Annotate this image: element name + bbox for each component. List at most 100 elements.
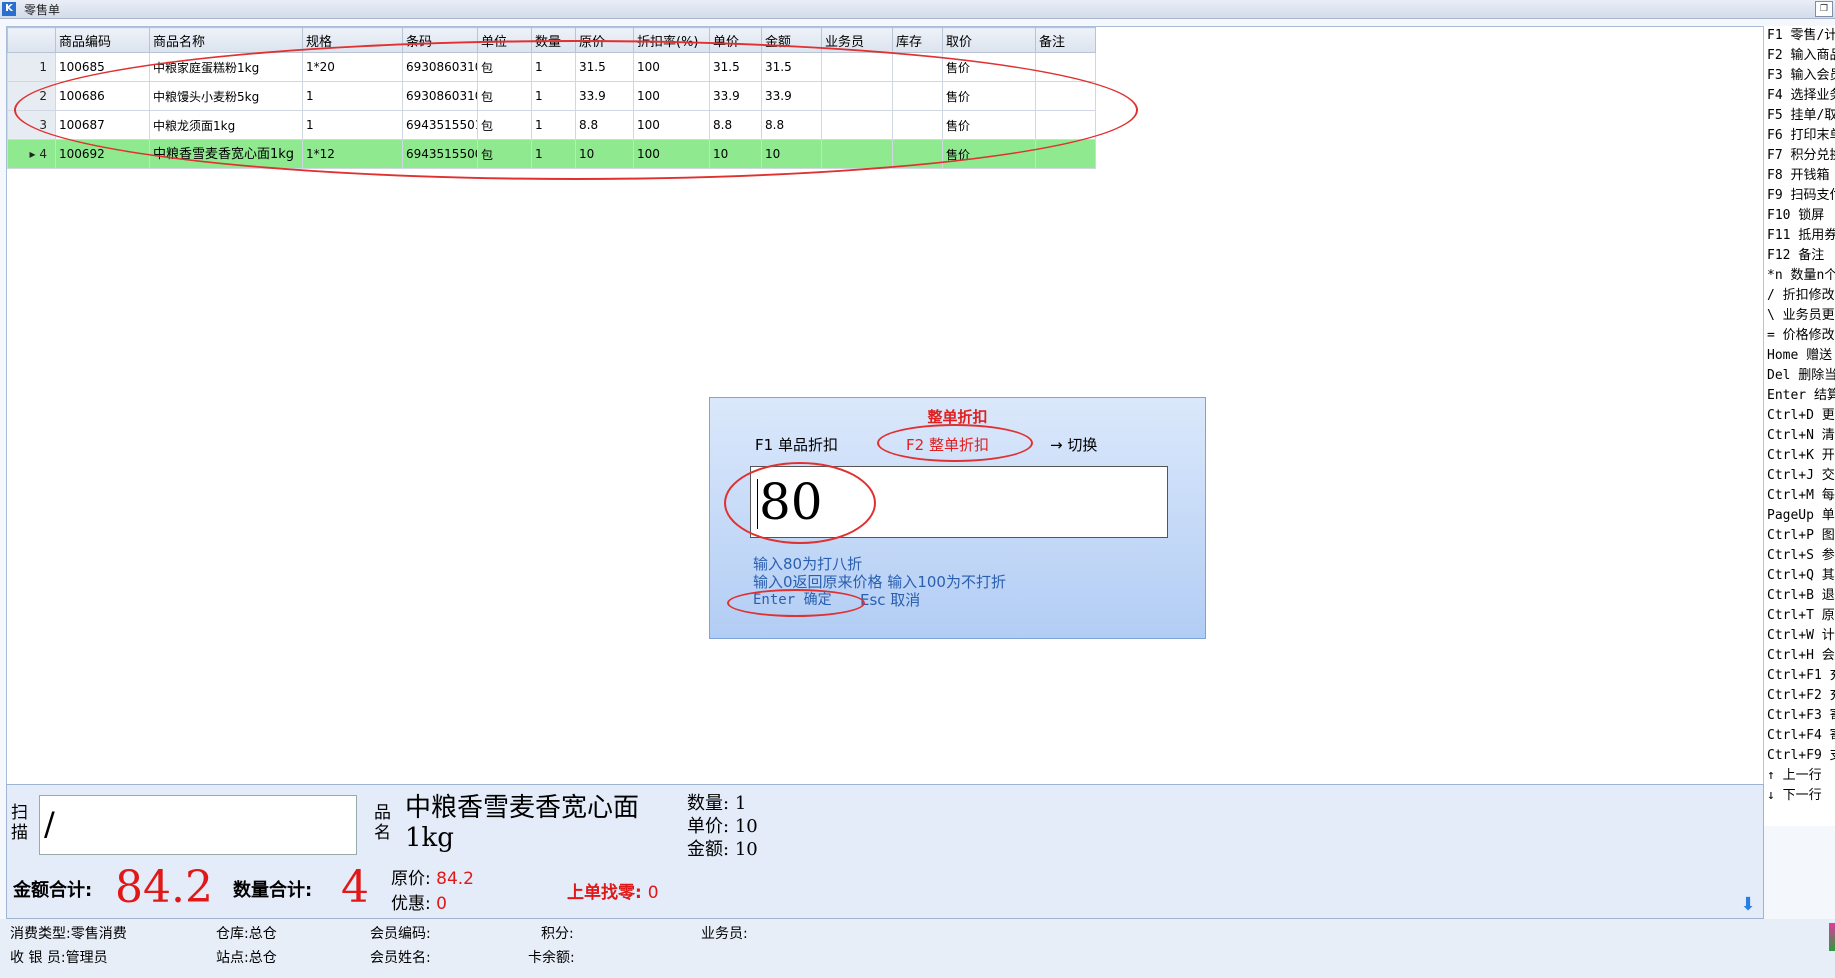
cell-orig-price[interactable]: 10	[575, 139, 634, 169]
cell-qty[interactable]: 1	[531, 110, 576, 140]
shortcut-item[interactable]: F2 输入商品	[1764, 46, 1835, 66]
cell-qty[interactable]: 1	[531, 139, 576, 169]
shortcut-item[interactable]: Enter 结算	[1764, 386, 1835, 406]
cell-unit-price[interactable]: 33.9	[709, 81, 762, 111]
enter-confirm-hint[interactable]: Enter 确定	[753, 589, 832, 609]
cell-discount[interactable]: 100	[633, 52, 710, 82]
shortcut-item[interactable]: Home 赠送	[1764, 346, 1835, 366]
cell-spec[interactable]: 1*12	[302, 139, 403, 169]
shortcut-item[interactable]: ↑ 上一行	[1764, 766, 1835, 786]
restore-button[interactable]: ❐	[1815, 1, 1833, 17]
shortcut-item[interactable]: Ctrl+F4 寄	[1764, 726, 1835, 746]
scan-input[interactable]: /	[39, 795, 357, 855]
cell-salesman[interactable]	[821, 139, 893, 169]
col-header-qty[interactable]: 数量	[531, 27, 576, 53]
cell-salesman[interactable]	[821, 52, 893, 82]
shortcut-item[interactable]: Del 删除当	[1764, 366, 1835, 386]
cell-unit[interactable]: 包	[477, 52, 532, 82]
shortcut-item[interactable]: Ctrl+T 原单	[1764, 606, 1835, 626]
shortcut-item[interactable]: F3 输入会员	[1764, 66, 1835, 86]
cell-barcode[interactable]: 6930860310	[402, 81, 478, 111]
cell-spec[interactable]: 1*20	[302, 52, 403, 82]
shortcut-item[interactable]: Ctrl+F3 寄	[1764, 706, 1835, 726]
cell-discount[interactable]: 100	[633, 81, 710, 111]
shortcut-item[interactable]: Ctrl+N 清空	[1764, 426, 1835, 446]
shortcut-item[interactable]: Ctrl+W 计次	[1764, 626, 1835, 646]
cell-orig-price[interactable]: 33.9	[575, 81, 634, 111]
table-row[interactable]: 3 100687 中粮龙须面1kg 1 6943515501 包 1 8.8 1…	[7, 110, 1096, 140]
table-row[interactable]: 2 100686 中粮馒头小麦粉5kg 1 6930860310 包 1 33.…	[7, 81, 1096, 111]
shortcut-item[interactable]: F5 挂单/取	[1764, 106, 1835, 126]
cell-stock[interactable]	[892, 81, 943, 111]
shortcut-item[interactable]: F12 备注	[1764, 246, 1835, 266]
cell-barcode[interactable]: 6943515500	[402, 139, 478, 169]
shortcut-item[interactable]: PageUp 单品	[1764, 506, 1835, 526]
cell-pricing[interactable]: 售价	[942, 110, 1036, 140]
col-header-stock[interactable]: 库存	[892, 27, 943, 53]
table-row-selected[interactable]: ▸ 4 100692 中粮香雪麦香宽心面1kg 1*12 6943515500 …	[7, 139, 1096, 169]
cell-salesman[interactable]	[821, 81, 893, 111]
cell-discount[interactable]: 100	[633, 139, 710, 169]
col-header-salesman[interactable]: 业务员	[821, 27, 893, 53]
cell-note[interactable]	[1035, 139, 1096, 169]
col-header-amount[interactable]: 金额	[761, 27, 822, 53]
shortcut-item[interactable]: Ctrl+K 开现	[1764, 446, 1835, 466]
cell-name[interactable]: 中粮馒头小麦粉5kg	[149, 81, 303, 111]
col-header-orig-price[interactable]: 原价	[575, 27, 634, 53]
cell-code[interactable]: 100692	[55, 139, 150, 169]
shortcut-item[interactable]: Ctrl+H 会员	[1764, 646, 1835, 666]
shortcut-item[interactable]: Ctrl+F2 充	[1764, 686, 1835, 706]
cell-amount[interactable]: 31.5	[761, 52, 822, 82]
shortcut-item[interactable]: Ctrl+F1 充	[1764, 666, 1835, 686]
shortcut-item[interactable]: F10 锁屏	[1764, 206, 1835, 226]
cell-barcode[interactable]: 6943515501	[402, 110, 478, 140]
shortcut-item[interactable]: Ctrl+F9 支	[1764, 746, 1835, 766]
whole-discount-option[interactable]: F2 整单折扣	[906, 434, 989, 455]
cell-salesman[interactable]	[821, 110, 893, 140]
cell-orig-price[interactable]: 31.5	[575, 52, 634, 82]
shortcut-item[interactable]: F1 零售/计	[1764, 26, 1835, 46]
cell-unit[interactable]: 包	[477, 139, 532, 169]
cell-qty[interactable]: 1	[531, 52, 576, 82]
cell-name[interactable]: 中粮龙须面1kg	[149, 110, 303, 140]
cell-barcode[interactable]: 6930860310	[402, 52, 478, 82]
cell-amount[interactable]: 8.8	[761, 110, 822, 140]
cell-unit-price[interactable]: 31.5	[709, 52, 762, 82]
col-header-note[interactable]: 备注	[1035, 27, 1096, 53]
col-header-discount[interactable]: 折扣率(%)	[633, 27, 710, 53]
cell-unit[interactable]: 包	[477, 110, 532, 140]
cell-code[interactable]: 100687	[55, 110, 150, 140]
col-header-unit-price[interactable]: 单价	[709, 27, 762, 53]
esc-cancel-hint[interactable]: Esc 取消	[860, 589, 920, 610]
shortcut-item[interactable]: *n 数量n个	[1764, 266, 1835, 286]
shortcut-item[interactable]: Ctrl+D 更改	[1764, 406, 1835, 426]
shortcut-item[interactable]: F7 积分兑换	[1764, 146, 1835, 166]
item-discount-option[interactable]: F1 单品折扣	[755, 434, 838, 455]
cell-stock[interactable]	[892, 139, 943, 169]
shortcut-item[interactable]: Ctrl+B 退货	[1764, 586, 1835, 606]
shortcut-item[interactable]: Ctrl+S 参数	[1764, 546, 1835, 566]
cell-note[interactable]	[1035, 81, 1096, 111]
cell-spec[interactable]: 1	[302, 81, 403, 111]
cell-pricing[interactable]: 售价	[942, 52, 1036, 82]
col-header-code[interactable]: 商品编码	[55, 27, 150, 53]
cell-code[interactable]: 100686	[55, 81, 150, 111]
shortcut-item[interactable]: F11 抵用券	[1764, 226, 1835, 246]
shortcut-item[interactable]: / 折扣修改	[1764, 286, 1835, 306]
col-header-barcode[interactable]: 条码	[402, 27, 478, 53]
discount-input[interactable]: 80	[750, 466, 1168, 538]
cell-qty[interactable]: 1	[531, 81, 576, 111]
cell-pricing[interactable]: 售价	[942, 81, 1036, 111]
shortcut-item[interactable]: F4 选择业务	[1764, 86, 1835, 106]
cell-amount[interactable]: 33.9	[761, 81, 822, 111]
cell-unit[interactable]: 包	[477, 81, 532, 111]
cell-unit-price[interactable]: 8.8	[709, 110, 762, 140]
cell-stock[interactable]	[892, 52, 943, 82]
cell-stock[interactable]	[892, 110, 943, 140]
shortcut-item[interactable]: Ctrl+J 交班	[1764, 466, 1835, 486]
shortcut-item[interactable]: \ 业务员更	[1764, 306, 1835, 326]
cell-unit-price[interactable]: 10	[709, 139, 762, 169]
col-header-pricing[interactable]: 取价	[942, 27, 1036, 53]
shortcut-item[interactable]: F9 扫码支付	[1764, 186, 1835, 206]
shortcut-item[interactable]: = 价格修改	[1764, 326, 1835, 346]
